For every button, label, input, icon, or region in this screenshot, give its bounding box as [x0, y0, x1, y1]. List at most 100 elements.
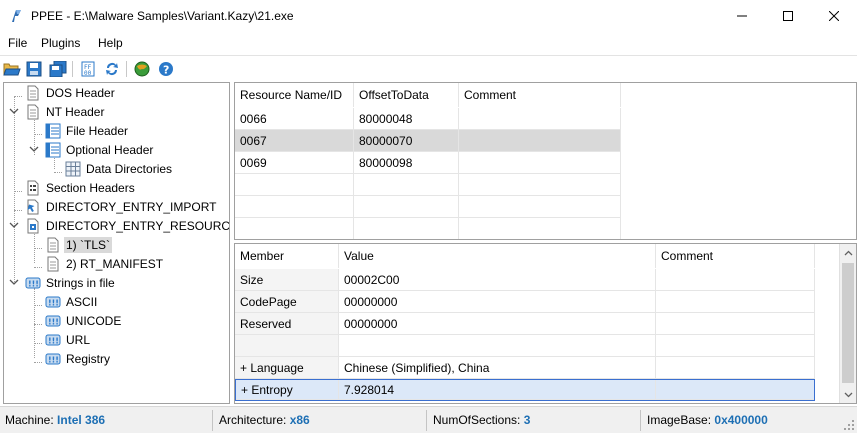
menu-plugins[interactable]: Plugins: [41, 36, 80, 50]
column-header[interactable]: Member: [235, 244, 339, 268]
status-architecture-label: Architecture:: [219, 413, 287, 427]
table-cell: 0067: [235, 130, 354, 152]
tree-item-file-header[interactable]: File Header: [45, 121, 130, 140]
table-cell: [656, 380, 814, 400]
close-button[interactable]: [811, 0, 857, 32]
table-cell: Size: [235, 269, 339, 291]
tree-item-label: Data Directories: [86, 161, 173, 176]
status-image-base-label: ImageBase:: [647, 413, 712, 427]
tree-item-label: Optional Header: [66, 142, 154, 157]
tree-item-data-directories[interactable]: Data Directories: [65, 159, 174, 178]
pe-structure-tree[interactable]: DOS Header NT Header File Header Optiona…: [3, 82, 230, 404]
column-header[interactable]: Value: [339, 244, 656, 268]
svg-text:!!!: !!!: [48, 298, 59, 307]
help-icon[interactable]: ?: [156, 59, 176, 79]
virustotal-icon[interactable]: [132, 59, 152, 79]
column-header-filler: [621, 83, 856, 107]
table-cell: Chinese (Simplified), China: [339, 357, 656, 379]
table-row[interactable]: Size 00002C00: [235, 269, 815, 291]
document-icon: [27, 104, 39, 119]
resize-grip-icon[interactable]: [843, 419, 855, 431]
table-cell: [656, 313, 815, 335]
open-icon[interactable]: [2, 59, 22, 79]
toolbar-separator: [126, 61, 127, 77]
table-row-selected[interactable]: 0067 80000070: [235, 130, 621, 152]
tree-item-directory-entry-resource[interactable]: DIRECTORY_ENTRY_RESOURCE: [25, 216, 230, 235]
menu-bar: File Plugins Help: [0, 34, 857, 54]
save-all-icon[interactable]: [48, 59, 68, 79]
member-grid-scrollbar[interactable]: [839, 244, 856, 403]
column-header[interactable]: OffsetToData: [354, 83, 459, 107]
tree-line: [34, 248, 42, 249]
status-num-sections-label: NumOfSections:: [433, 413, 521, 427]
status-num-sections-value: 3: [523, 413, 531, 427]
status-machine-label: Machine:: [5, 413, 54, 427]
collapse-chevron-icon[interactable]: [9, 220, 19, 230]
tree-item-label: DOS Header: [46, 85, 115, 100]
tree-item-strings-registry[interactable]: !!! Registry: [45, 349, 112, 368]
tree-item-resource-tls[interactable]: 1) `TLS`: [45, 235, 113, 254]
maximize-button[interactable]: [765, 0, 811, 32]
refresh-icon[interactable]: [102, 59, 122, 79]
svg-text:!!!: !!!: [28, 279, 39, 288]
status-divider: [426, 410, 427, 431]
tree-item-strings-ascii[interactable]: !!! ASCII: [45, 292, 99, 311]
tree-line: [34, 288, 35, 358]
tree-item-optional-header[interactable]: Optional Header: [45, 140, 155, 159]
collapse-chevron-icon[interactable]: [29, 144, 39, 154]
strings-icon: !!!: [45, 296, 61, 307]
menu-file[interactable]: File: [8, 36, 27, 50]
tree-item-directory-entry-import[interactable]: DIRECTORY_ENTRY_IMPORT: [25, 197, 218, 216]
tree-item-strings-in-file[interactable]: !!! Strings in file: [25, 273, 117, 292]
tree-item-dos-header[interactable]: DOS Header: [25, 83, 117, 102]
tree-item-label: ASCII: [66, 294, 98, 309]
collapse-chevron-icon[interactable]: [9, 106, 19, 116]
tree-item-label: 2) RT_MANIFEST: [66, 256, 164, 271]
table-row[interactable]: CodePage 00000000: [235, 291, 815, 313]
tree-item-strings-url[interactable]: !!! URL: [45, 330, 92, 349]
save-icon[interactable]: [24, 59, 44, 79]
column-header[interactable]: Comment: [656, 244, 815, 268]
column-header[interactable]: Resource Name/ID: [235, 83, 354, 107]
table-cell: [459, 152, 621, 174]
svg-text:!!!: !!!: [48, 355, 59, 364]
status-divider: [212, 410, 213, 431]
tree-item-nt-header[interactable]: NT Header: [25, 102, 106, 121]
svg-text:!!!: !!!: [48, 317, 59, 326]
table-row-empty: [235, 335, 815, 357]
tree-item-label: DIRECTORY_ENTRY_RESOURCE: [46, 218, 230, 233]
status-machine-value: Intel 386: [57, 413, 106, 427]
table-cell: Reserved: [235, 313, 339, 335]
resource-grid[interactable]: Resource Name/ID OffsetToData Comment 00…: [234, 82, 857, 240]
table-cell: [459, 130, 621, 152]
tree-item-resource-rt-manifest[interactable]: 2) RT_MANIFEST: [45, 254, 165, 273]
table-row-focused[interactable]: + Entropy 7.928014: [235, 379, 815, 401]
minimize-button[interactable]: [719, 0, 765, 32]
column-header[interactable]: Comment: [459, 83, 621, 107]
tree-line: [14, 96, 15, 282]
table-row[interactable]: 0069 80000098: [235, 152, 621, 174]
tree-item-label: 1) `TLS`: [64, 236, 113, 253]
strings-icon: !!!: [45, 334, 61, 345]
table-cell: 0066: [235, 108, 354, 130]
table-cell: 80000070: [354, 130, 459, 152]
toolbar: FF 00 ?: [0, 55, 857, 81]
scroll-up-arrow-icon[interactable]: [840, 244, 856, 261]
collapse-chevron-icon[interactable]: [9, 277, 19, 287]
scroll-down-arrow-icon[interactable]: [840, 386, 856, 403]
tree-item-section-headers[interactable]: Section Headers: [25, 178, 137, 197]
tree-item-strings-unicode[interactable]: !!! UNICODE: [45, 311, 123, 330]
table-cell: [656, 269, 815, 291]
toolbar-separator: [72, 61, 73, 77]
table-cell: 80000098: [354, 152, 459, 174]
hex-view-icon[interactable]: FF 00: [78, 59, 98, 79]
status-architecture-value: x86: [289, 413, 310, 427]
tree-line: [34, 324, 42, 325]
table-row-expandable[interactable]: + Language Chinese (Simplified), China: [235, 357, 815, 379]
member-grid[interactable]: Member Value Comment Size 00002C00 CodeP…: [234, 243, 857, 404]
table-row[interactable]: 0066 80000048: [235, 108, 621, 130]
table-row[interactable]: Reserved 00000000: [235, 313, 815, 335]
scroll-thumb[interactable]: [842, 263, 854, 383]
menu-help[interactable]: Help: [98, 36, 123, 50]
status-bar: Machine: Intel 386 Architecture: x86 Num…: [0, 406, 857, 433]
